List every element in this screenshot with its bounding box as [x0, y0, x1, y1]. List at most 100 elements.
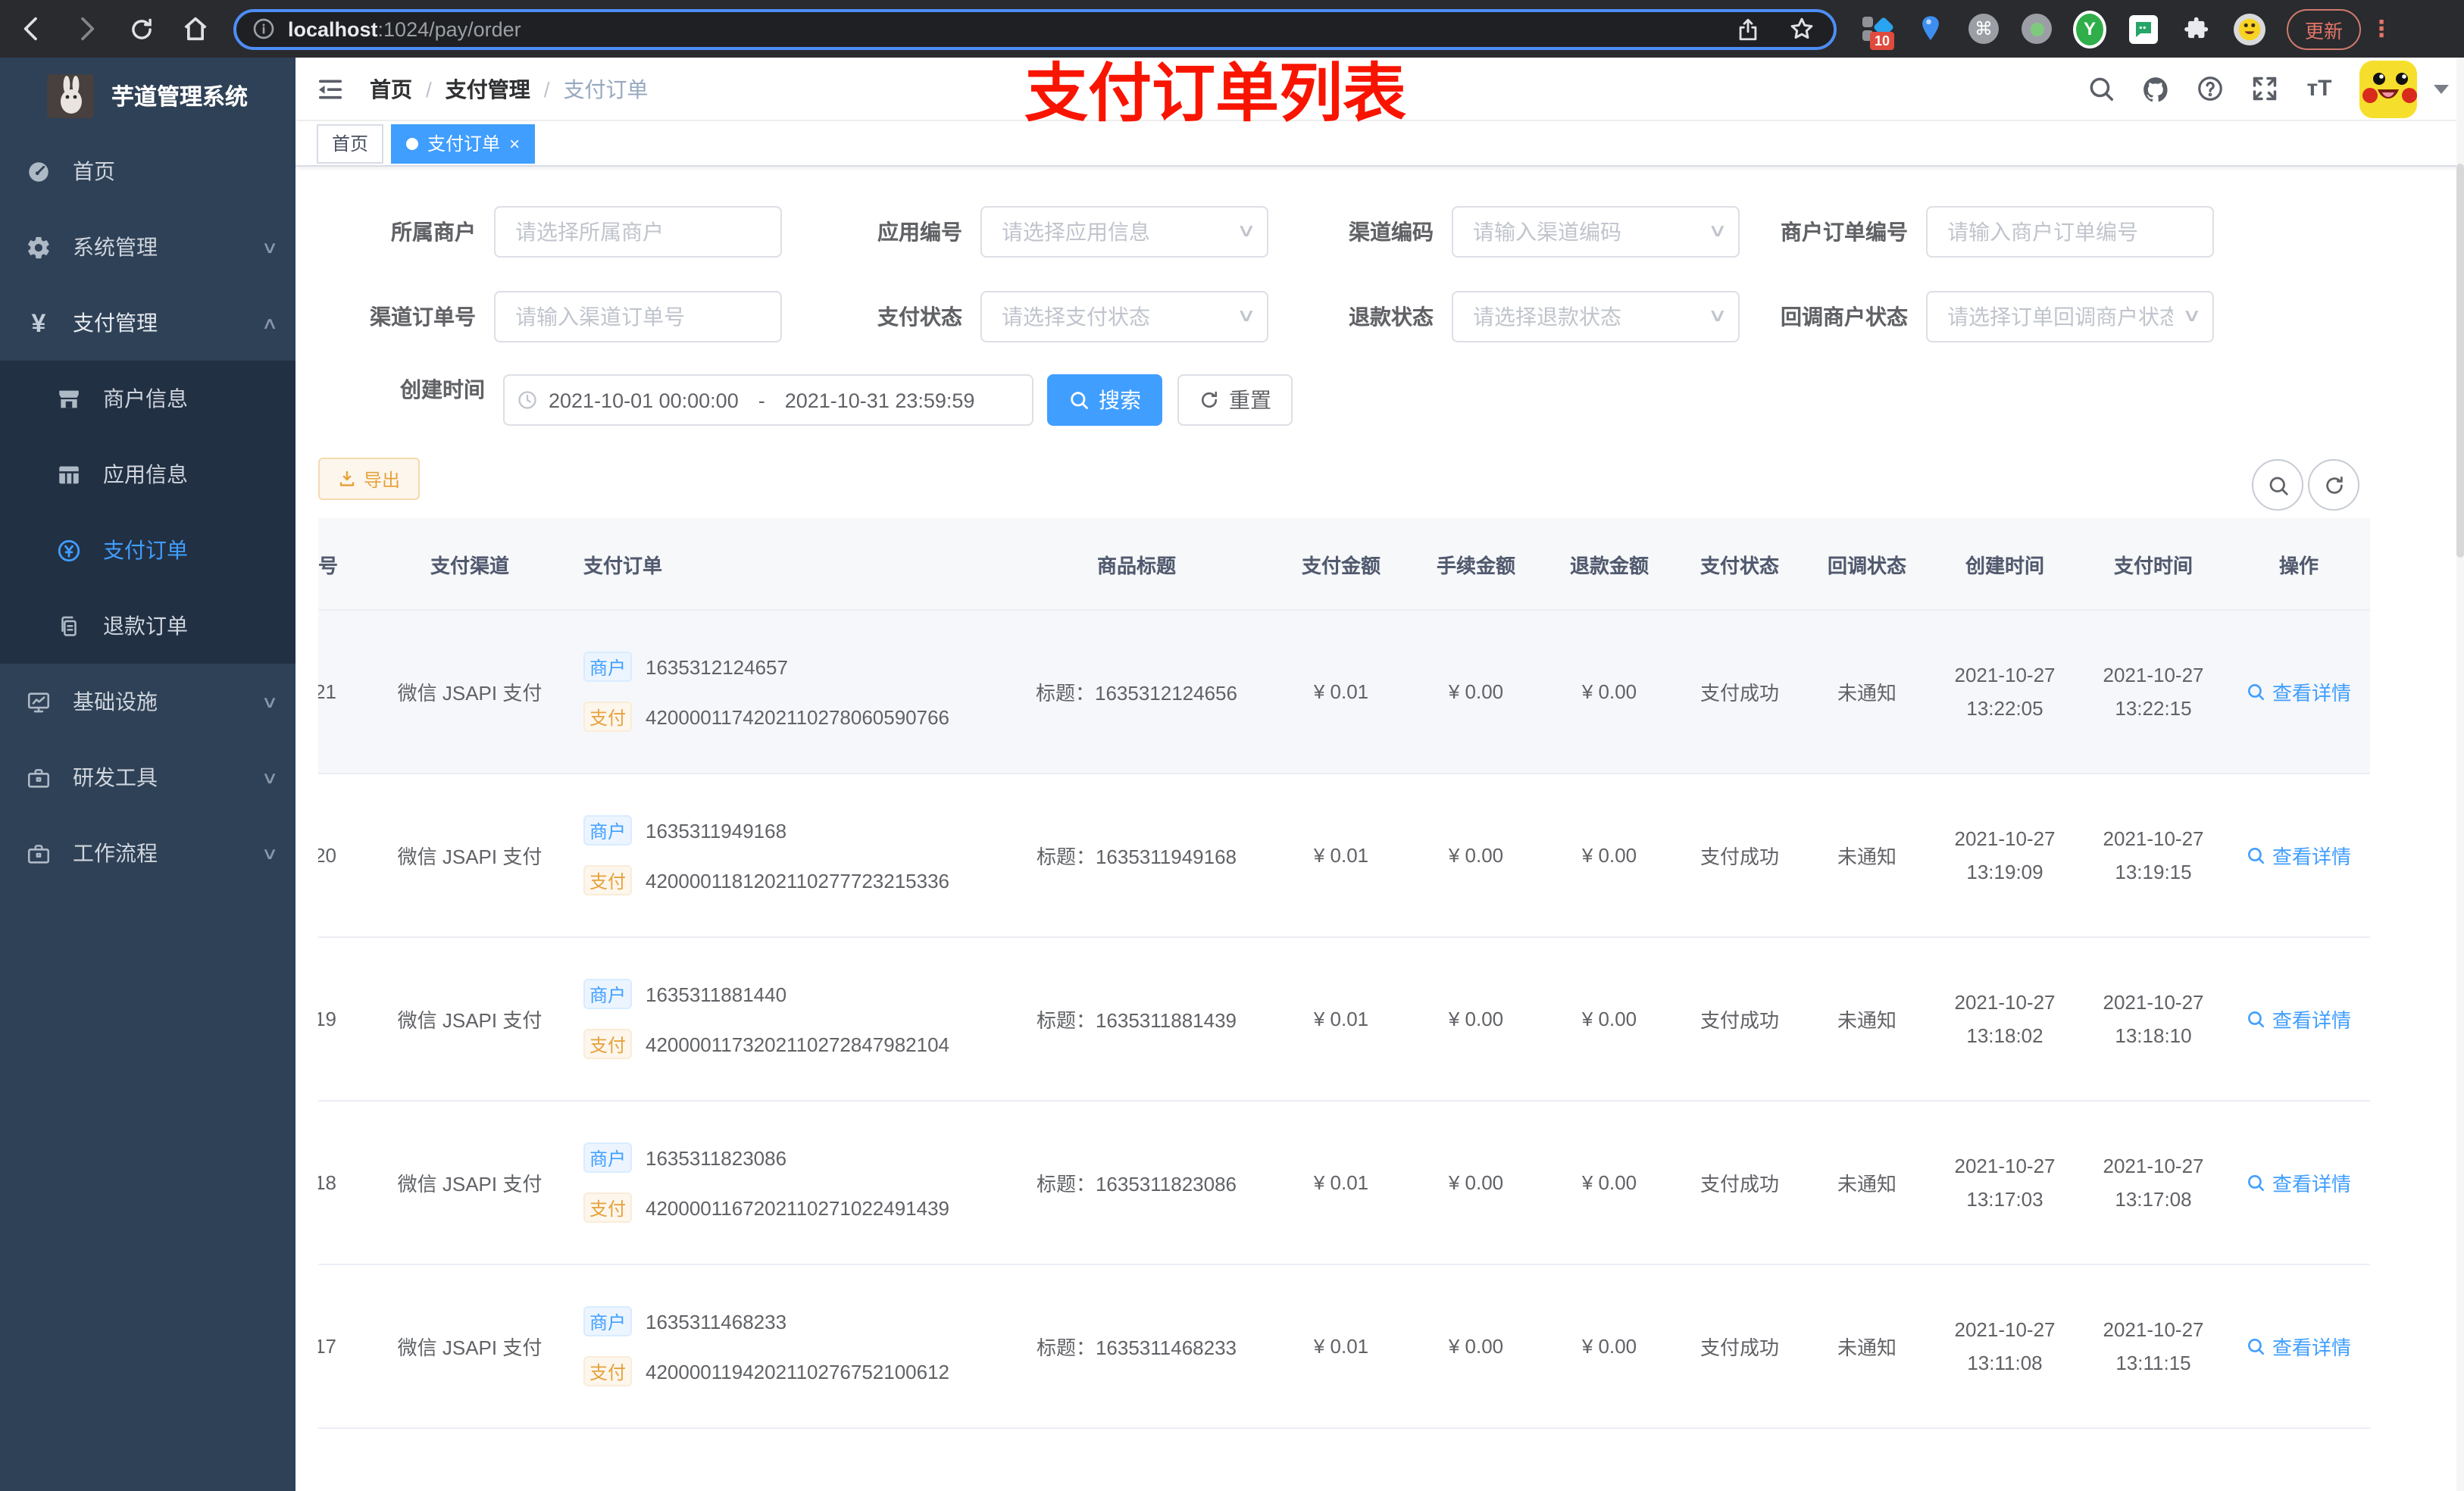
- col-amount: 支付金额: [1273, 518, 1409, 611]
- address-bar[interactable]: localhost:1024/pay/order: [233, 8, 1837, 49]
- filter-control: [1926, 205, 2214, 257]
- map-pin-extension-icon[interactable]: [1914, 12, 1947, 45]
- view-detail-link[interactable]: 查看详情: [2247, 841, 2351, 870]
- filter-input[interactable]: [980, 205, 1268, 257]
- filter-input[interactable]: [1926, 205, 2214, 257]
- cell-create-time: 2021-10-27 13:22:05: [1931, 610, 2079, 774]
- sidebar-item-workflow[interactable]: 工作流程 ∨: [0, 815, 295, 891]
- sidebar-item-app-info[interactable]: 应用信息: [0, 436, 295, 512]
- cell-fee: ¥ 0.00: [1409, 1264, 1543, 1429]
- cell-id: [318, 1428, 394, 1491]
- forward-icon[interactable]: [70, 12, 103, 45]
- extension-icon[interactable]: 10: [1861, 12, 1895, 50]
- help-icon[interactable]: [2196, 74, 2225, 103]
- github-icon[interactable]: [2141, 74, 2170, 103]
- view-detail-link[interactable]: 查看详情: [2247, 1168, 2351, 1197]
- sidebar-item-system[interactable]: 系统管理 ∨: [0, 209, 295, 285]
- filter-input[interactable]: [1926, 290, 2214, 342]
- fullscreen-icon[interactable]: [2250, 74, 2279, 103]
- browser-menu-icon[interactable]: ⋮: [2370, 15, 2393, 42]
- cell-refund: ¥ 0.00: [1543, 1101, 1676, 1265]
- back-icon[interactable]: [15, 12, 48, 45]
- sidebar-item-pay[interactable]: ¥ 支付管理 ∧: [0, 285, 295, 361]
- table-row: 20 微信 JSAPI 支付 商户 1635311949168 支付 42: [318, 774, 2370, 938]
- command-extension-icon[interactable]: ⌘: [1967, 12, 2000, 45]
- browser-nav-buttons: [0, 12, 233, 45]
- filter-label: 创建时间: [400, 377, 485, 402]
- home-icon[interactable]: [179, 12, 212, 45]
- view-detail-link[interactable]: 查看详情: [2247, 1332, 2351, 1361]
- download-icon: [338, 470, 356, 488]
- close-icon[interactable]: ×: [509, 134, 520, 152]
- sidebar-menu: 首页 系统管理 ∨ ¥ 支付管理 ∧ 商户信息 应用信息 支付订单 退款订单 基…: [0, 133, 295, 891]
- breadcrumb-pay-mgmt[interactable]: 支付管理: [446, 73, 530, 104]
- cell-status: 支付成功: [1676, 610, 1803, 774]
- view-detail-label: 查看详情: [2272, 1009, 2351, 1032]
- filter-input[interactable]: [494, 205, 782, 257]
- filter-input[interactable]: [1452, 290, 1740, 342]
- cell-amount: ¥ 0.01: [1273, 937, 1409, 1102]
- view-detail-link[interactable]: 查看详情: [2247, 1005, 2351, 1033]
- sidebar-item-merchant-info[interactable]: 商户信息: [0, 361, 295, 436]
- pay-order-no: 4200001194202110276752100612: [646, 1360, 950, 1383]
- reload-icon[interactable]: [124, 12, 158, 45]
- emoji-avatar-icon[interactable]: [2232, 12, 2265, 45]
- sidebar-item-dev-tools[interactable]: 研发工具 ∨: [0, 739, 295, 815]
- date-range-picker[interactable]: 2021-10-01 00:00:00 - 2021-10-31 23:59:5…: [503, 374, 1033, 426]
- merchant-tag: 商户: [583, 979, 632, 1009]
- search-button[interactable]: 搜索: [1047, 374, 1162, 426]
- cell-id: 19: [318, 937, 394, 1102]
- cell-action: 查看详情: [2228, 937, 2370, 1102]
- refresh-table-button[interactable]: [2308, 459, 2359, 511]
- yen-icon: ¥: [31, 308, 46, 337]
- sidebar-item-infra[interactable]: 基础设施 ∨: [0, 664, 295, 739]
- view-detail-link[interactable]: 查看详情: [2247, 677, 2351, 706]
- share-icon[interactable]: [1731, 12, 1764, 45]
- chat-extension-icon[interactable]: [2126, 12, 2159, 45]
- breadcrumb: 首页 / 支付管理 / 支付订单: [370, 73, 649, 104]
- sidebar-item-pay-order[interactable]: 支付订单: [0, 512, 295, 588]
- filter-input[interactable]: [980, 290, 1268, 342]
- cell-pay-time: 2021-10-27 13:11:15: [2079, 1264, 2228, 1429]
- url-text[interactable]: localhost:1024/pay/order: [288, 17, 1731, 40]
- bookmark-star-icon[interactable]: [1785, 12, 1818, 45]
- tab-home[interactable]: 首页: [317, 123, 384, 163]
- table-row: 商户 1635311251786: [318, 1428, 2370, 1491]
- browser-update-button[interactable]: 更新: [2287, 8, 2362, 49]
- filter-input[interactable]: [1452, 205, 1740, 257]
- tab-pay-order[interactable]: 支付订单 ×: [391, 123, 536, 163]
- filter-input[interactable]: [494, 290, 782, 342]
- user-avatar[interactable]: [2359, 60, 2417, 117]
- scrollbar-thumb[interactable]: [2456, 164, 2464, 558]
- breadcrumb-home[interactable]: 首页: [370, 73, 412, 104]
- puzzle-extensions-icon[interactable]: [2179, 12, 2212, 45]
- cell-create-time: 2021-10-27 13:19:09: [1931, 774, 2079, 938]
- sidebar-item-refund-order[interactable]: 退款订单: [0, 588, 295, 664]
- page-scrollbar[interactable]: [2456, 58, 2464, 1491]
- search-icon[interactable]: [2087, 74, 2115, 103]
- view-detail-label: 查看详情: [2272, 1336, 2351, 1359]
- sidebar-item-home[interactable]: 首页: [0, 133, 295, 209]
- cell-channel: 微信 JSAPI 支付: [394, 1101, 546, 1265]
- search-icon: [1068, 389, 1090, 411]
- export-button[interactable]: 导出: [318, 458, 421, 500]
- avatar-caret-icon[interactable]: [2434, 84, 2449, 93]
- grid-table-icon: [56, 461, 82, 487]
- reset-button[interactable]: 重置: [1177, 374, 1293, 426]
- orders-table[interactable]: 编号 支付渠道 支付订单 商品标题 支付金额 手续金额 退款金额 支付状态 回调…: [318, 518, 2370, 1491]
- chevron-down-icon: ∨: [261, 845, 279, 863]
- sidebar-item-label: 商户信息: [103, 386, 188, 411]
- sidebar-fold-icon[interactable]: [315, 73, 346, 104]
- toggle-search-button[interactable]: [2252, 459, 2303, 511]
- site-info-icon[interactable]: [252, 17, 276, 41]
- dot-extension-icon[interactable]: [2020, 12, 2053, 45]
- logo-image: [47, 73, 95, 117]
- y-extension-icon[interactable]: Y: [2073, 10, 2106, 48]
- merchant-order-line: 商户 1635311823086: [583, 1142, 1000, 1173]
- filter-field: 支付状态 ∨: [782, 289, 1268, 342]
- cell-fee: ¥ 0.00: [1409, 1101, 1543, 1265]
- font-size-icon[interactable]: тT: [2305, 74, 2334, 103]
- app-logo[interactable]: 芋道管理系统: [0, 58, 295, 133]
- cell-amount: ¥ 0.01: [1273, 774, 1409, 938]
- merchant-order-no: 1635311823086: [646, 1146, 787, 1169]
